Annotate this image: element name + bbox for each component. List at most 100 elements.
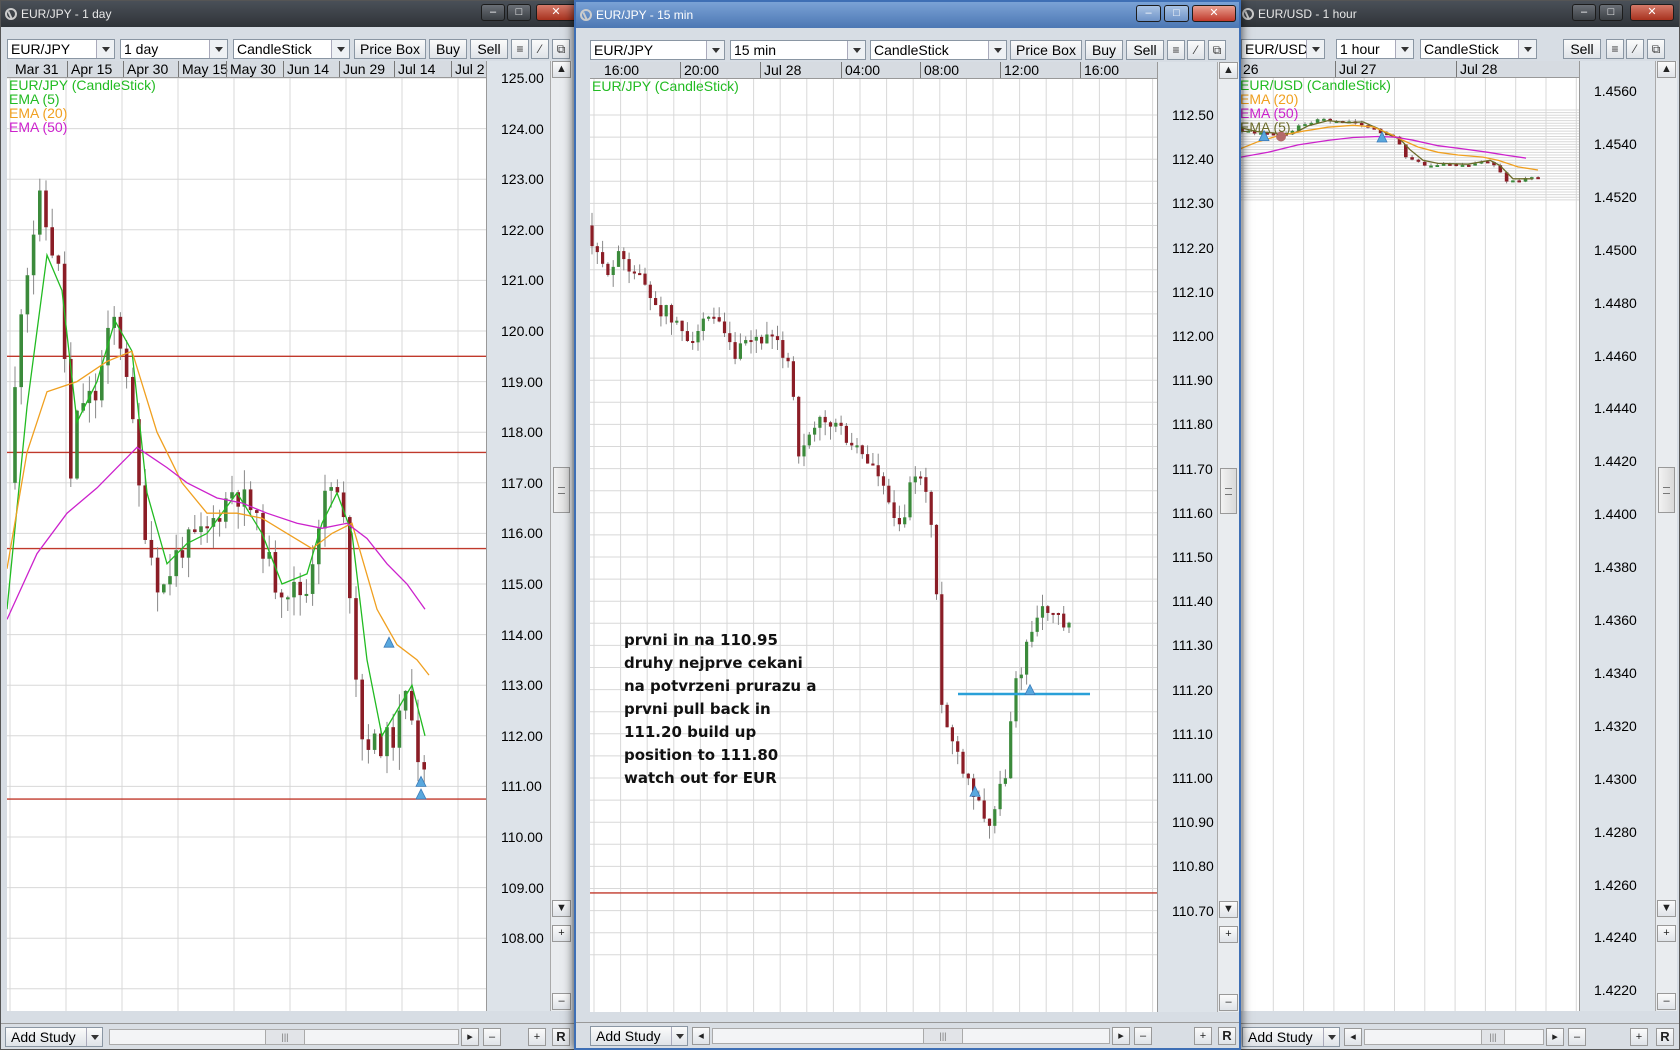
scroll-right-icon[interactable]: ▸	[1546, 1028, 1564, 1046]
zoom-in-h-icon[interactable]: +	[1194, 1027, 1212, 1045]
detach-window-icon[interactable]: ⧉	[552, 39, 570, 59]
scroll-thumb[interactable]: |||	[923, 1029, 963, 1043]
zoom-out-icon[interactable]: –	[552, 993, 571, 1010]
indicator-icon[interactable]: ≡	[511, 39, 529, 59]
detach-window-icon[interactable]: ⧉	[1208, 40, 1226, 60]
candle-body	[611, 266, 615, 276]
maximize-button[interactable]: □	[1599, 4, 1623, 21]
candle-body	[1046, 606, 1050, 613]
bottom-bar: Add Study ◂ ||| ▸ – + R	[576, 1022, 1239, 1048]
scroll-left-icon[interactable]: ◂	[1344, 1028, 1362, 1046]
detach-window-icon[interactable]: ⧉	[1647, 39, 1665, 59]
symbol-select[interactable]: EUR/JPY	[590, 40, 725, 60]
scroll-up-icon[interactable]: ▲	[552, 61, 571, 78]
scroll-left-icon[interactable]: ◂	[692, 1027, 710, 1045]
zoom-out-h-icon[interactable]: –	[1568, 1028, 1586, 1046]
candle-body	[977, 796, 981, 801]
scroll-thumb[interactable]	[553, 467, 570, 513]
indicator-icon[interactable]: ≡	[1606, 39, 1624, 59]
reset-button[interactable]: R	[1218, 1027, 1236, 1045]
date-label: 08:00	[924, 62, 960, 78]
maximize-button[interactable]: □	[1164, 5, 1189, 22]
draw-line-icon[interactable]: ⁄	[1626, 39, 1644, 59]
price-box-button[interactable]: Price Box	[1010, 40, 1082, 60]
minimize-button[interactable]: –	[1572, 4, 1596, 21]
window-titlebar[interactable]: EUR/JPY - 15 min – □ ✕	[576, 2, 1239, 28]
legend-item: EMA (50)	[9, 119, 68, 135]
zoom-out-h-icon[interactable]: –	[483, 1028, 501, 1046]
price-box-button[interactable]: Price Box	[354, 39, 426, 59]
sell-button[interactable]: Sell	[470, 39, 508, 59]
scroll-thumb[interactable]	[1658, 467, 1675, 513]
zoom-in-h-icon[interactable]: +	[528, 1028, 546, 1046]
price-tick-label: 112.20	[1172, 239, 1214, 256]
scroll-down-icon[interactable]: ▼	[552, 900, 571, 917]
price-tick-label: 1.4560	[1594, 83, 1637, 99]
reset-button[interactable]: R	[552, 1028, 570, 1046]
vertical-scrollbar[interactable]: ▲ ▼ + –	[1217, 62, 1239, 1012]
scroll-up-icon[interactable]: ▲	[1657, 61, 1676, 78]
vertical-scrollbar[interactable]: ▲ ▼ + –	[1655, 61, 1677, 1011]
price-chart[interactable]: EUR/JPY (CandleStick) prvni in na 110.95…	[590, 79, 1157, 1012]
horizontal-scrollbar[interactable]: |||	[712, 1028, 1110, 1044]
zoom-out-h-icon[interactable]: –	[1134, 1027, 1152, 1045]
draw-line-icon[interactable]: ⁄	[1187, 40, 1205, 60]
vertical-scrollbar[interactable]: ▲ ▼ + –	[550, 61, 572, 1011]
sell-button[interactable]: Sell	[1126, 40, 1164, 60]
close-button[interactable]: ✕	[536, 4, 574, 21]
timeframe-select[interactable]: 15 min	[730, 40, 866, 60]
zoom-in-icon[interactable]: +	[552, 925, 571, 942]
price-tick-label: 108.00	[501, 930, 544, 947]
scroll-thumb[interactable]	[1220, 468, 1237, 514]
price-chart[interactable]: EUR/USD (CandleStick) EMA (20) EMA (50) …	[1238, 78, 1579, 1011]
close-button[interactable]: ✕	[1192, 5, 1236, 22]
zoom-in-icon[interactable]: +	[1657, 925, 1676, 942]
chevron-down-icon	[1518, 40, 1536, 58]
entry-marker	[383, 636, 395, 648]
scroll-up-icon[interactable]: ▲	[1219, 62, 1238, 79]
close-button[interactable]: ✕	[1630, 4, 1674, 21]
add-study-select[interactable]: Add Study	[1242, 1027, 1340, 1047]
chart-legend: EUR/JPY (CandleStick)	[592, 79, 739, 93]
horizontal-scrollbar[interactable]: |||	[109, 1029, 459, 1045]
price-chart[interactable]: EUR/JPY (CandleStick) EMA (5) EMA (20) E…	[7, 78, 486, 1011]
window-titlebar[interactable]: EUR/JPY - 1 day – □ ✕	[1, 1, 574, 27]
zoom-in-icon[interactable]: +	[1219, 926, 1238, 943]
chart-type-select[interactable]: CandleStick	[233, 39, 350, 59]
indicator-icon[interactable]: ≡	[1167, 40, 1185, 60]
candle-body	[797, 396, 801, 457]
draw-line-icon[interactable]: ⁄	[531, 39, 549, 59]
symbol-select[interactable]: EUR/JPY	[7, 39, 115, 59]
scroll-thumb[interactable]: |||	[1481, 1030, 1505, 1044]
zoom-out-icon[interactable]: –	[1657, 993, 1676, 1010]
zoom-out-icon[interactable]: –	[1219, 994, 1238, 1011]
candle-body	[1035, 617, 1039, 632]
zoom-in-h-icon[interactable]: +	[1630, 1028, 1648, 1046]
add-study-select[interactable]: Add Study	[5, 1027, 103, 1047]
scroll-down-icon[interactable]: ▼	[1219, 901, 1238, 918]
reset-button[interactable]: R	[1656, 1028, 1674, 1046]
chart-type-select[interactable]: CandleStick	[1420, 39, 1537, 59]
horizontal-scrollbar[interactable]: |||	[1364, 1029, 1544, 1045]
price-tick-label: 1.4460	[1594, 347, 1637, 364]
candle-body	[998, 783, 1002, 810]
candle-body	[93, 390, 98, 401]
sell-button[interactable]: Sell	[1563, 39, 1601, 59]
buy-button[interactable]: Buy	[1085, 40, 1123, 60]
symbol-select[interactable]: EUR/USD	[1241, 39, 1325, 59]
chart-type-select[interactable]: CandleStick	[870, 40, 1007, 60]
window-titlebar[interactable]: EUR/USD - 1 hour – □ ✕	[1238, 1, 1679, 27]
scroll-right-icon[interactable]: ▸	[1112, 1027, 1130, 1045]
scroll-down-icon[interactable]: ▼	[1657, 900, 1676, 917]
add-study-select[interactable]: Add Study	[590, 1026, 688, 1046]
date-label: 20:00	[684, 62, 720, 78]
scroll-right-icon[interactable]: ▸	[461, 1028, 479, 1046]
minimize-button[interactable]: –	[1136, 5, 1161, 22]
buy-button[interactable]: Buy	[429, 39, 467, 59]
maximize-button[interactable]: □	[507, 4, 531, 21]
scroll-thumb[interactable]: |||	[265, 1030, 305, 1044]
minimize-button[interactable]: –	[481, 4, 505, 21]
timeframe-select[interactable]: 1 hour	[1336, 39, 1414, 59]
chevron-down-icon	[988, 41, 1006, 59]
timeframe-select[interactable]: 1 day	[120, 39, 228, 59]
